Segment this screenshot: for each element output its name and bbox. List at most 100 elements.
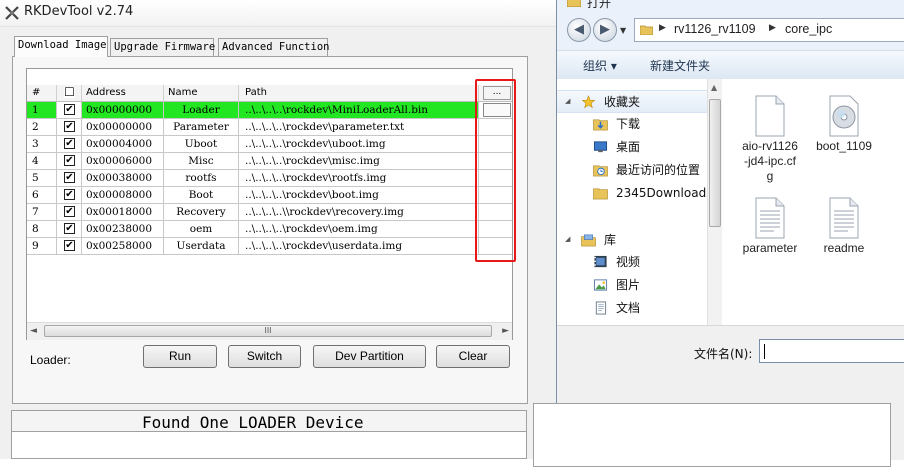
row-checkbox-cell[interactable]: ✔: [57, 221, 82, 238]
nav-item-label: 最近访问的位置: [616, 163, 701, 177]
recent-places-icon: [593, 165, 608, 177]
table-row[interactable]: 1 0x00000000 Loader ..\..\..\..\rockdev\Min…: [27, 102, 512, 119]
filename-input[interactable]: [759, 339, 904, 363]
header-checkbox[interactable]: ☐: [57, 85, 82, 102]
clear-button[interactable]: Clear: [436, 345, 510, 368]
file-item[interactable]: boot_1109: [809, 95, 879, 154]
scroll-right-arrow-icon[interactable]: ►: [502, 326, 509, 336]
tab-download-image[interactable]: Download Image: [14, 36, 108, 57]
breadcrumb-rv1126[interactable]: rv1126_rv1109: [674, 22, 756, 36]
nav-item-label: 下载: [616, 117, 641, 131]
row-browse-cell: [479, 170, 512, 187]
row-checkbox-cell[interactable]: ✔: [57, 238, 82, 255]
file-item[interactable]: parameter: [735, 197, 805, 256]
file-item[interactable]: aio-rv1126 -jd4-ipc.cf g: [735, 95, 805, 184]
address-bar[interactable]: ▶ rv1126_rv1109 ▶ core_ipc: [634, 18, 904, 42]
disc-image-icon: [829, 95, 859, 137]
tab-advanced-function[interactable]: Advanced Function: [218, 38, 329, 56]
table-row[interactable]: 9 0x00258000 Userdata ..\..\..\..\rockdev\u…: [27, 238, 512, 255]
file-name: readme: [823, 241, 865, 255]
nav-item[interactable]: 收藏夹 ◢: [557, 90, 707, 113]
row-checkbox[interactable]: ✔: [64, 206, 75, 217]
nav-scrollbar-thumb[interactable]: [709, 99, 721, 227]
row-checkbox-cell[interactable]: ✔: [57, 102, 82, 119]
nav-item[interactable]: 图片: [557, 274, 707, 297]
browse-button[interactable]: [483, 103, 511, 117]
row-checkbox-cell[interactable]: ✔: [57, 153, 82, 170]
nav-item-label: 视频: [616, 255, 641, 269]
table-row[interactable]: 2 0x00000000 Parameter ..\..\..\..\rockdev\…: [27, 119, 512, 136]
switch-button[interactable]: Switch: [228, 345, 301, 368]
nav-item[interactable]: 库 ◢: [557, 229, 707, 252]
row-number: 1: [27, 102, 57, 119]
table-row[interactable]: 7 0x00018000 Recovery ..\..\..\..\\rockdev\…: [27, 204, 512, 221]
loader-label: Loader:: [30, 353, 71, 367]
filename-label: 文件名(N):: [694, 347, 753, 361]
breadcrumb-separator-icon[interactable]: ▶: [659, 23, 666, 33]
row-path[interactable]: ..\..\..\..\rockdev\misc.img: [239, 153, 479, 170]
row-checkbox-cell[interactable]: ✔: [57, 119, 82, 136]
nav-item[interactable]: 最近访问的位置: [557, 159, 707, 182]
table-row[interactable]: 4 0x00006000 Misc ..\..\..\..\rockdev\misc.…: [27, 153, 512, 170]
row-number: 2: [27, 119, 57, 136]
row-checkbox[interactable]: ✔: [64, 155, 75, 166]
row-path[interactable]: ..\..\..\..\rockdev\boot.img: [239, 187, 479, 204]
row-path[interactable]: ..\..\..\..\rockdev\uboot.img: [239, 136, 479, 153]
row-checkbox[interactable]: ✔: [64, 240, 75, 251]
row-checkbox[interactable]: ✔: [64, 138, 75, 149]
row-checkbox[interactable]: ✔: [64, 104, 75, 115]
table-row[interactable]: 3 0x00004000 Uboot ..\..\..\..\rockdev\uboo…: [27, 136, 512, 153]
horizontal-scrollbar[interactable]: ◄ III ►: [27, 322, 512, 340]
file-list: aio-rv1126 -jd4-ipc.cf g boot_1109 paramet…: [722, 79, 904, 325]
row-browse-cell: [479, 136, 512, 153]
row-checkbox-cell[interactable]: ✔: [57, 136, 82, 153]
file-item[interactable]: readme: [809, 197, 879, 256]
row-name: Loader: [164, 102, 239, 119]
forward-button[interactable]: ▶: [593, 18, 617, 42]
organize-menu[interactable]: 组织 ▾: [583, 57, 617, 74]
nav-item[interactable]: 2345Downloads: [557, 182, 707, 205]
row-path[interactable]: ..\..\..\..\rockdev\MiniLoaderAll.bin: [239, 102, 479, 119]
row-path[interactable]: ..\..\..\..\rockdev\parameter.txt: [239, 119, 479, 136]
scrollbar-thumb[interactable]: III: [44, 325, 492, 337]
new-folder-button[interactable]: 新建文件夹: [650, 57, 710, 74]
table-row[interactable]: 5 0x00038000 rootfs ..\..\..\..\rockdev\roo…: [27, 170, 512, 187]
nav-item[interactable]: 视频: [557, 251, 707, 274]
breadcrumb-core-ipc[interactable]: core_ipc: [785, 22, 832, 36]
dev-partition-button[interactable]: Dev Partition: [313, 345, 426, 368]
scroll-up-arrow-icon[interactable]: ▲: [711, 83, 717, 92]
nav-vertical-scrollbar[interactable]: ▲: [707, 79, 722, 325]
nav-item[interactable]: 下载: [557, 113, 707, 136]
row-address: 0x00006000: [82, 153, 164, 170]
window-title: RKDevTool v2.74: [24, 4, 134, 19]
row-checkbox[interactable]: ✔: [64, 121, 75, 132]
row-path[interactable]: ..\..\..\..\rockdev\oem.img: [239, 221, 479, 238]
select-all-checkbox[interactable]: ☐: [64, 86, 75, 98]
run-button[interactable]: Run: [143, 345, 217, 368]
row-checkbox-cell[interactable]: ✔: [57, 187, 82, 204]
row-checkbox[interactable]: ✔: [64, 189, 75, 200]
row-checkbox-cell[interactable]: ✔: [57, 170, 82, 187]
row-checkbox[interactable]: ✔: [64, 172, 75, 183]
row-path[interactable]: ..\..\..\..\\rockdev\recovery.img: [239, 204, 479, 221]
star-icon: [581, 95, 596, 109]
row-checkbox[interactable]: ✔: [64, 223, 75, 234]
log-area[interactable]: [11, 432, 527, 459]
header-num: #: [27, 85, 57, 102]
row-browse-cell: [479, 119, 512, 136]
expand-arrow-icon[interactable]: ◢: [565, 90, 570, 113]
row-checkbox-cell[interactable]: ✔: [57, 204, 82, 221]
nav-item[interactable]: 文档: [557, 297, 707, 320]
scroll-left-arrow-icon[interactable]: ◄: [30, 326, 37, 336]
row-path[interactable]: ..\..\..\..\rockdev\userdata.img: [239, 238, 479, 255]
expand-arrow-icon[interactable]: ◢: [565, 228, 570, 251]
back-button[interactable]: ◀: [567, 18, 591, 42]
nav-item[interactable]: 桌面: [557, 136, 707, 159]
row-path[interactable]: ..\..\..\..\rockdev\rootfs.img: [239, 170, 479, 187]
table-row[interactable]: 6 0x00008000 Boot ..\..\..\..\rockdev\boot.…: [27, 187, 512, 204]
table-row[interactable]: 8 0x00238000 oem ..\..\..\..\rockdev\oem.im…: [27, 221, 512, 238]
row-address: 0x00004000: [82, 136, 164, 153]
breadcrumb-separator-icon[interactable]: ▶: [769, 23, 776, 33]
tab-upgrade-firmware[interactable]: Upgrade Firmware: [110, 38, 215, 56]
history-dropdown-icon[interactable]: ▼: [620, 26, 626, 35]
